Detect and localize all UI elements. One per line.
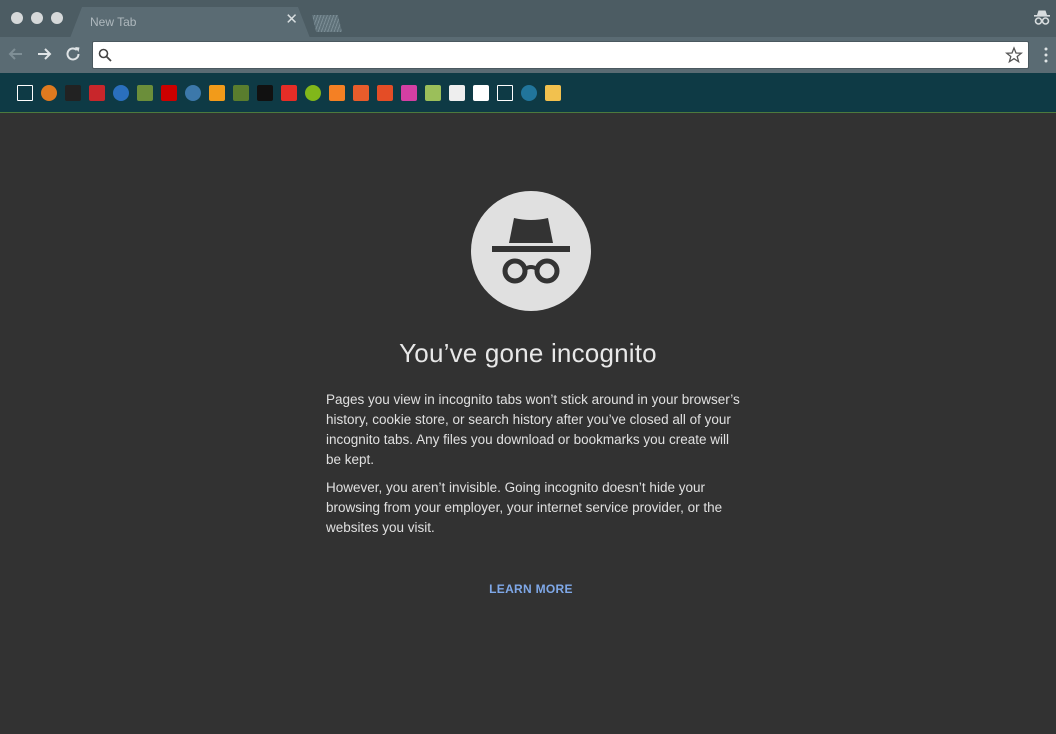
minecraft-block-icon[interactable]: [233, 85, 249, 101]
info-icon[interactable]: [113, 85, 129, 101]
bookmark-star-icon[interactable]: [1005, 46, 1023, 64]
ninja-icon[interactable]: [65, 85, 81, 101]
incognito-page: You’ve gone incognito Pages you view in …: [0, 114, 1056, 734]
stackoverflow-icon[interactable]: [329, 85, 345, 101]
document-icon[interactable]: [497, 85, 513, 101]
html5-icon[interactable]: [377, 85, 393, 101]
title-bar: New Tab ✕: [0, 0, 1056, 38]
tab-close-icon[interactable]: ✕: [285, 12, 298, 28]
incognito-icon: [492, 218, 570, 284]
close-window-button[interactable]: [11, 12, 23, 24]
incognito-description: Pages you view in incognito tabs won’t s…: [326, 392, 740, 467]
incognito-warning: However, you aren’t invisible. Going inc…: [326, 480, 723, 535]
basketball-icon[interactable]: [41, 85, 57, 101]
asterisk-icon[interactable]: [209, 85, 225, 101]
bookmarks-bar: [0, 73, 1056, 113]
page-title: You’ve gone incognito: [399, 338, 657, 368]
learn-more-link[interactable]: LEARN MORE: [0, 582, 1056, 596]
face-icon[interactable]: [449, 85, 465, 101]
wordpress-icon[interactable]: [521, 85, 537, 101]
reload-icon[interactable]: [63, 44, 83, 64]
quill-icon[interactable]: [473, 85, 489, 101]
s-logo-icon[interactable]: [89, 85, 105, 101]
tab-new-tab[interactable]: New Tab ✕: [70, 7, 310, 38]
minecraft-block-icon[interactable]: [137, 85, 153, 101]
new-tab-button[interactable]: [312, 15, 342, 32]
python-icon[interactable]: [185, 85, 201, 101]
omnibox-input[interactable]: [119, 46, 999, 64]
folder-icon[interactable]: [17, 85, 33, 101]
forward-arrow-icon[interactable]: [34, 44, 54, 64]
thumbs-up-icon[interactable]: [545, 85, 561, 101]
menu-dots-icon[interactable]: [1044, 47, 1048, 63]
zoom-window-button[interactable]: [51, 12, 63, 24]
omnibox[interactable]: [92, 41, 1029, 69]
terminal-icon[interactable]: [257, 85, 273, 101]
spotify-icon[interactable]: [305, 85, 321, 101]
first-aid-icon[interactable]: [353, 85, 369, 101]
minimize-window-button[interactable]: [31, 12, 43, 24]
ampersand-icon[interactable]: [401, 85, 417, 101]
back-arrow-icon[interactable]: [6, 44, 26, 64]
toolbar: [0, 37, 1056, 73]
picture-icon[interactable]: [425, 85, 441, 101]
search-icon: [98, 48, 112, 62]
rh-logo-icon[interactable]: [161, 85, 177, 101]
youtube-icon[interactable]: [281, 85, 297, 101]
incognito-logo: [471, 191, 591, 311]
incognito-profile-icon[interactable]: [1032, 8, 1052, 28]
tab-title: New Tab: [90, 15, 137, 29]
